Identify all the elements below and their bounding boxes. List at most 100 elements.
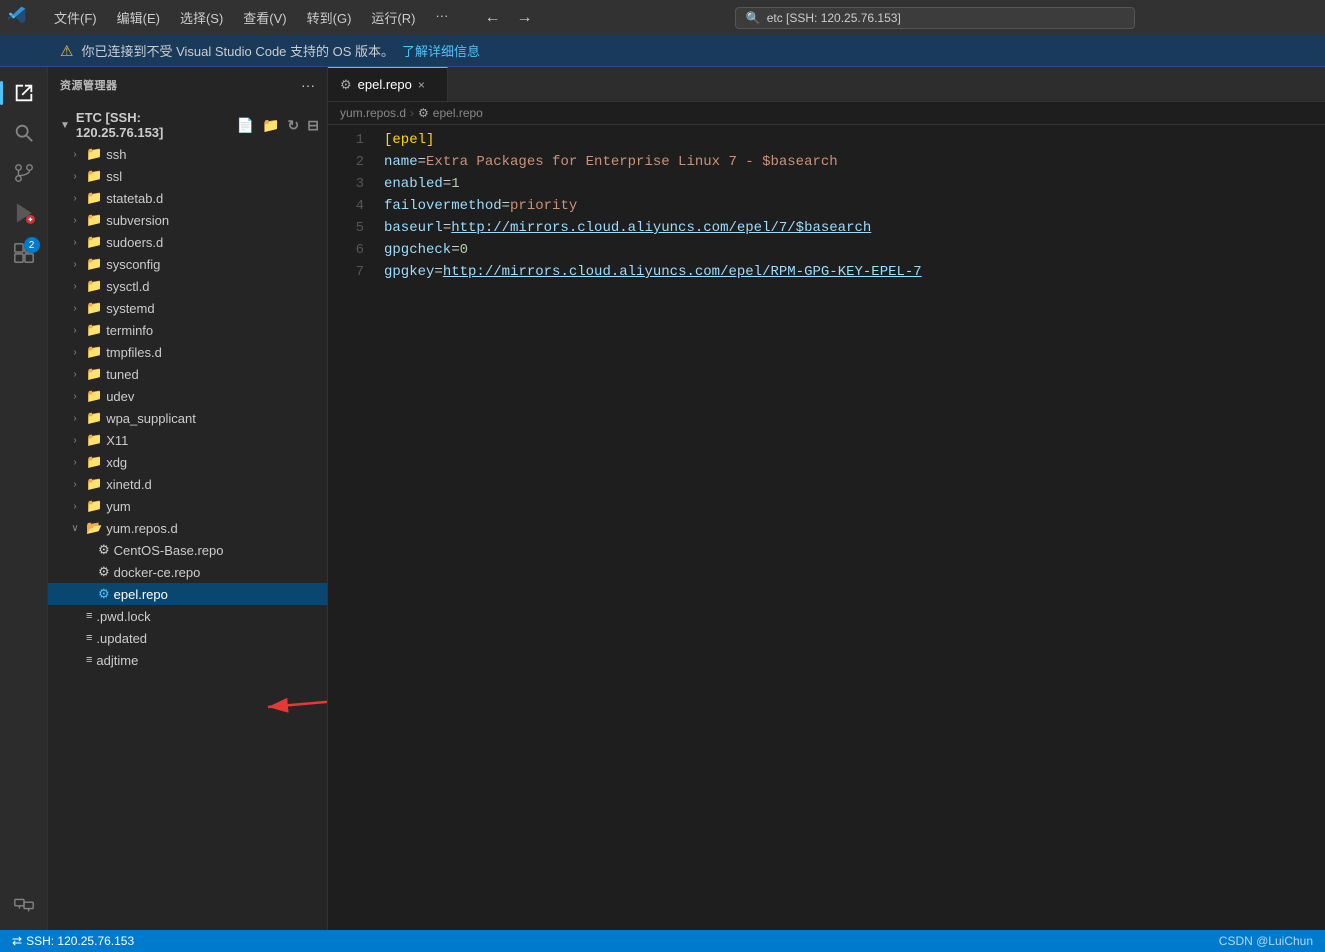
code-line-5: baseurl=http://mirrors.cloud.aliyuncs.co… [376, 217, 1325, 239]
code-token: failovermethod [384, 198, 502, 214]
chevron-right-icon: › [68, 237, 82, 248]
activity-extensions[interactable]: 2 [6, 235, 42, 271]
refresh-icon[interactable]: ↻ [288, 117, 300, 134]
tree-item-yum[interactable]: › 📁 yum [48, 495, 327, 517]
ssh-label: SSH: 120.25.76.153 [26, 934, 134, 948]
folder-icon: 📁 [86, 146, 102, 162]
tab-bar: ⚙ epel.repo × [328, 67, 1325, 102]
tree-item-xdg[interactable]: › 📁 xdg [48, 451, 327, 473]
chevron-right-icon: › [68, 171, 82, 182]
tree-item-tuned[interactable]: › 📁 tuned [48, 363, 327, 385]
chevron-right-icon: › [68, 325, 82, 336]
tree-item-wpasupplicant[interactable]: › 📁 wpa_supplicant [48, 407, 327, 429]
lines-file-icon: ≡ [86, 610, 92, 622]
tab-filename: epel.repo [358, 77, 412, 92]
tree-item-epel[interactable]: ⚙ epel.repo [48, 583, 327, 605]
code-token: = [434, 264, 442, 280]
item-label: ssh [106, 147, 126, 162]
code-token: gpgcheck [384, 242, 451, 258]
nav-back-button[interactable]: ← [480, 7, 504, 29]
menu-run[interactable]: 运行(R) [363, 6, 423, 29]
tree-item-sudoersd[interactable]: › 📁 sudoers.d [48, 231, 327, 253]
sidebar-more[interactable]: ··· [301, 77, 315, 93]
chevron-right-icon: › [68, 435, 82, 446]
main-layout: 2 资源管理器 ··· ▼ ETC [SSH: 120.25.76.153] [0, 67, 1325, 930]
tree-item-xinetdd[interactable]: › 📁 xinetd.d [48, 473, 327, 495]
tree-item-sysctld[interactable]: › 📁 sysctl.d [48, 275, 327, 297]
item-label: systemd [106, 301, 154, 316]
menu-bar: 文件(F) 编辑(E) 选择(S) 查看(V) 转到(G) 运行(R) ··· [46, 6, 456, 29]
folder-icon: 📁 [86, 476, 102, 492]
root-label: ETC [SSH: 120.25.76.153] [76, 110, 231, 140]
new-file-icon[interactable]: 📄 [237, 117, 254, 134]
warning-link[interactable]: 了解详细信息 [402, 41, 480, 60]
sidebar-header: 资源管理器 ··· [48, 67, 327, 103]
tree-item-tmpfilesd[interactable]: › 📁 tmpfiles.d [48, 341, 327, 363]
menu-goto[interactable]: 转到(G) [299, 6, 360, 29]
menu-more[interactable]: ··· [427, 6, 456, 29]
tree-item-pwdlock[interactable]: ≡ .pwd.lock [48, 605, 327, 627]
search-text: etc [SSH: 120.25.76.153] [767, 11, 901, 25]
tree-item-docker-ce[interactable]: ⚙ docker-ce.repo [48, 561, 327, 583]
folder-open-icon: 📂 [86, 520, 102, 536]
tree-item-centos-base[interactable]: ⚙ CentOS-Base.repo [48, 539, 327, 561]
activity-run[interactable] [6, 195, 42, 231]
code-token: = [443, 220, 451, 236]
menu-select[interactable]: 选择(S) [172, 6, 231, 29]
breadcrumb-filename[interactable]: epel.repo [433, 106, 483, 120]
item-label: tuned [106, 367, 139, 382]
activity-search[interactable] [6, 115, 42, 151]
activity-explorer[interactable] [6, 75, 42, 111]
gear-file-icon: ⚙ [98, 564, 110, 580]
item-label: xinetd.d [106, 477, 152, 492]
nav-forward-button[interactable]: → [512, 7, 536, 29]
code-line-2: name=Extra Packages for Enterprise Linux… [376, 151, 1325, 173]
tree-item-sysconfig[interactable]: › 📁 sysconfig [48, 253, 327, 275]
explorer-section[interactable]: ▼ ETC [SSH: 120.25.76.153] 📄 📁 ↻ ⊟ › 📁 s… [48, 103, 327, 930]
code-editor: 1 2 3 4 5 6 7 [epel] name=Extra Packages… [328, 125, 1325, 930]
item-label: xdg [106, 455, 127, 470]
code-content[interactable]: [epel] name=Extra Packages for Enterpris… [376, 125, 1325, 930]
folder-icon: 📁 [86, 344, 102, 360]
tree-item-systemd[interactable]: › 📁 systemd [48, 297, 327, 319]
sidebar-title: 资源管理器 [60, 77, 118, 93]
explorer-root-header[interactable]: ▼ ETC [SSH: 120.25.76.153] 📄 📁 ↻ ⊟ [48, 107, 327, 143]
code-line-3: enabled=1 [376, 173, 1325, 195]
tab-close-button[interactable]: × [418, 78, 425, 92]
nav-buttons: ← → [480, 7, 536, 29]
csdn-attribution: CSDN @LuiChun [1219, 934, 1313, 948]
tree-item-updated[interactable]: ≡ .updated [48, 627, 327, 649]
tab-epel-repo[interactable]: ⚙ epel.repo × [328, 67, 448, 101]
tree-item-x11[interactable]: › 📁 X11 [48, 429, 327, 451]
tree-item-udev[interactable]: › 📁 udev [48, 385, 327, 407]
activity-source-control[interactable] [6, 155, 42, 191]
menu-file[interactable]: 文件(F) [46, 6, 105, 29]
ssh-status[interactable]: ⇄ SSH: 120.25.76.153 [12, 934, 134, 948]
tree-item-adjtime[interactable]: ≡ adjtime [48, 649, 327, 671]
tree-item-terminfo[interactable]: › 📁 terminfo [48, 319, 327, 341]
code-token: = [451, 242, 459, 258]
folder-icon: 📁 [86, 300, 102, 316]
breadcrumb-yumreposd[interactable]: yum.repos.d [340, 106, 406, 120]
chevron-right-icon: › [68, 259, 82, 270]
folder-icon: 📁 [86, 234, 102, 250]
collapse-icon[interactable]: ⊟ [307, 117, 319, 134]
folder-icon: 📁 [86, 388, 102, 404]
activity-remote[interactable] [6, 886, 42, 922]
folder-icon: 📁 [86, 190, 102, 206]
tree-item-statetabd[interactable]: › 📁 statetab.d [48, 187, 327, 209]
code-token: http://mirrors.cloud.aliyuncs.com/epel/R… [443, 264, 922, 280]
tree-item-yumreposd[interactable]: ∨ 📂 yum.repos.d [48, 517, 327, 539]
chevron-right-icon: › [68, 391, 82, 402]
menu-edit[interactable]: 编辑(E) [109, 6, 168, 29]
menu-view[interactable]: 查看(V) [235, 6, 294, 29]
folder-icon: 📁 [86, 322, 102, 338]
tree-item-ssh[interactable]: › 📁 ssh [48, 143, 327, 165]
breadcrumb-gear-icon: ⚙ [418, 106, 429, 120]
search-bar[interactable]: 🔍 etc [SSH: 120.25.76.153] [735, 7, 1135, 29]
item-label: statetab.d [106, 191, 163, 206]
new-folder-icon[interactable]: 📁 [262, 117, 279, 134]
tree-item-subversion[interactable]: › 📁 subversion [48, 209, 327, 231]
tree-item-ssl[interactable]: › 📁 ssl [48, 165, 327, 187]
folder-icon: 📁 [86, 432, 102, 448]
